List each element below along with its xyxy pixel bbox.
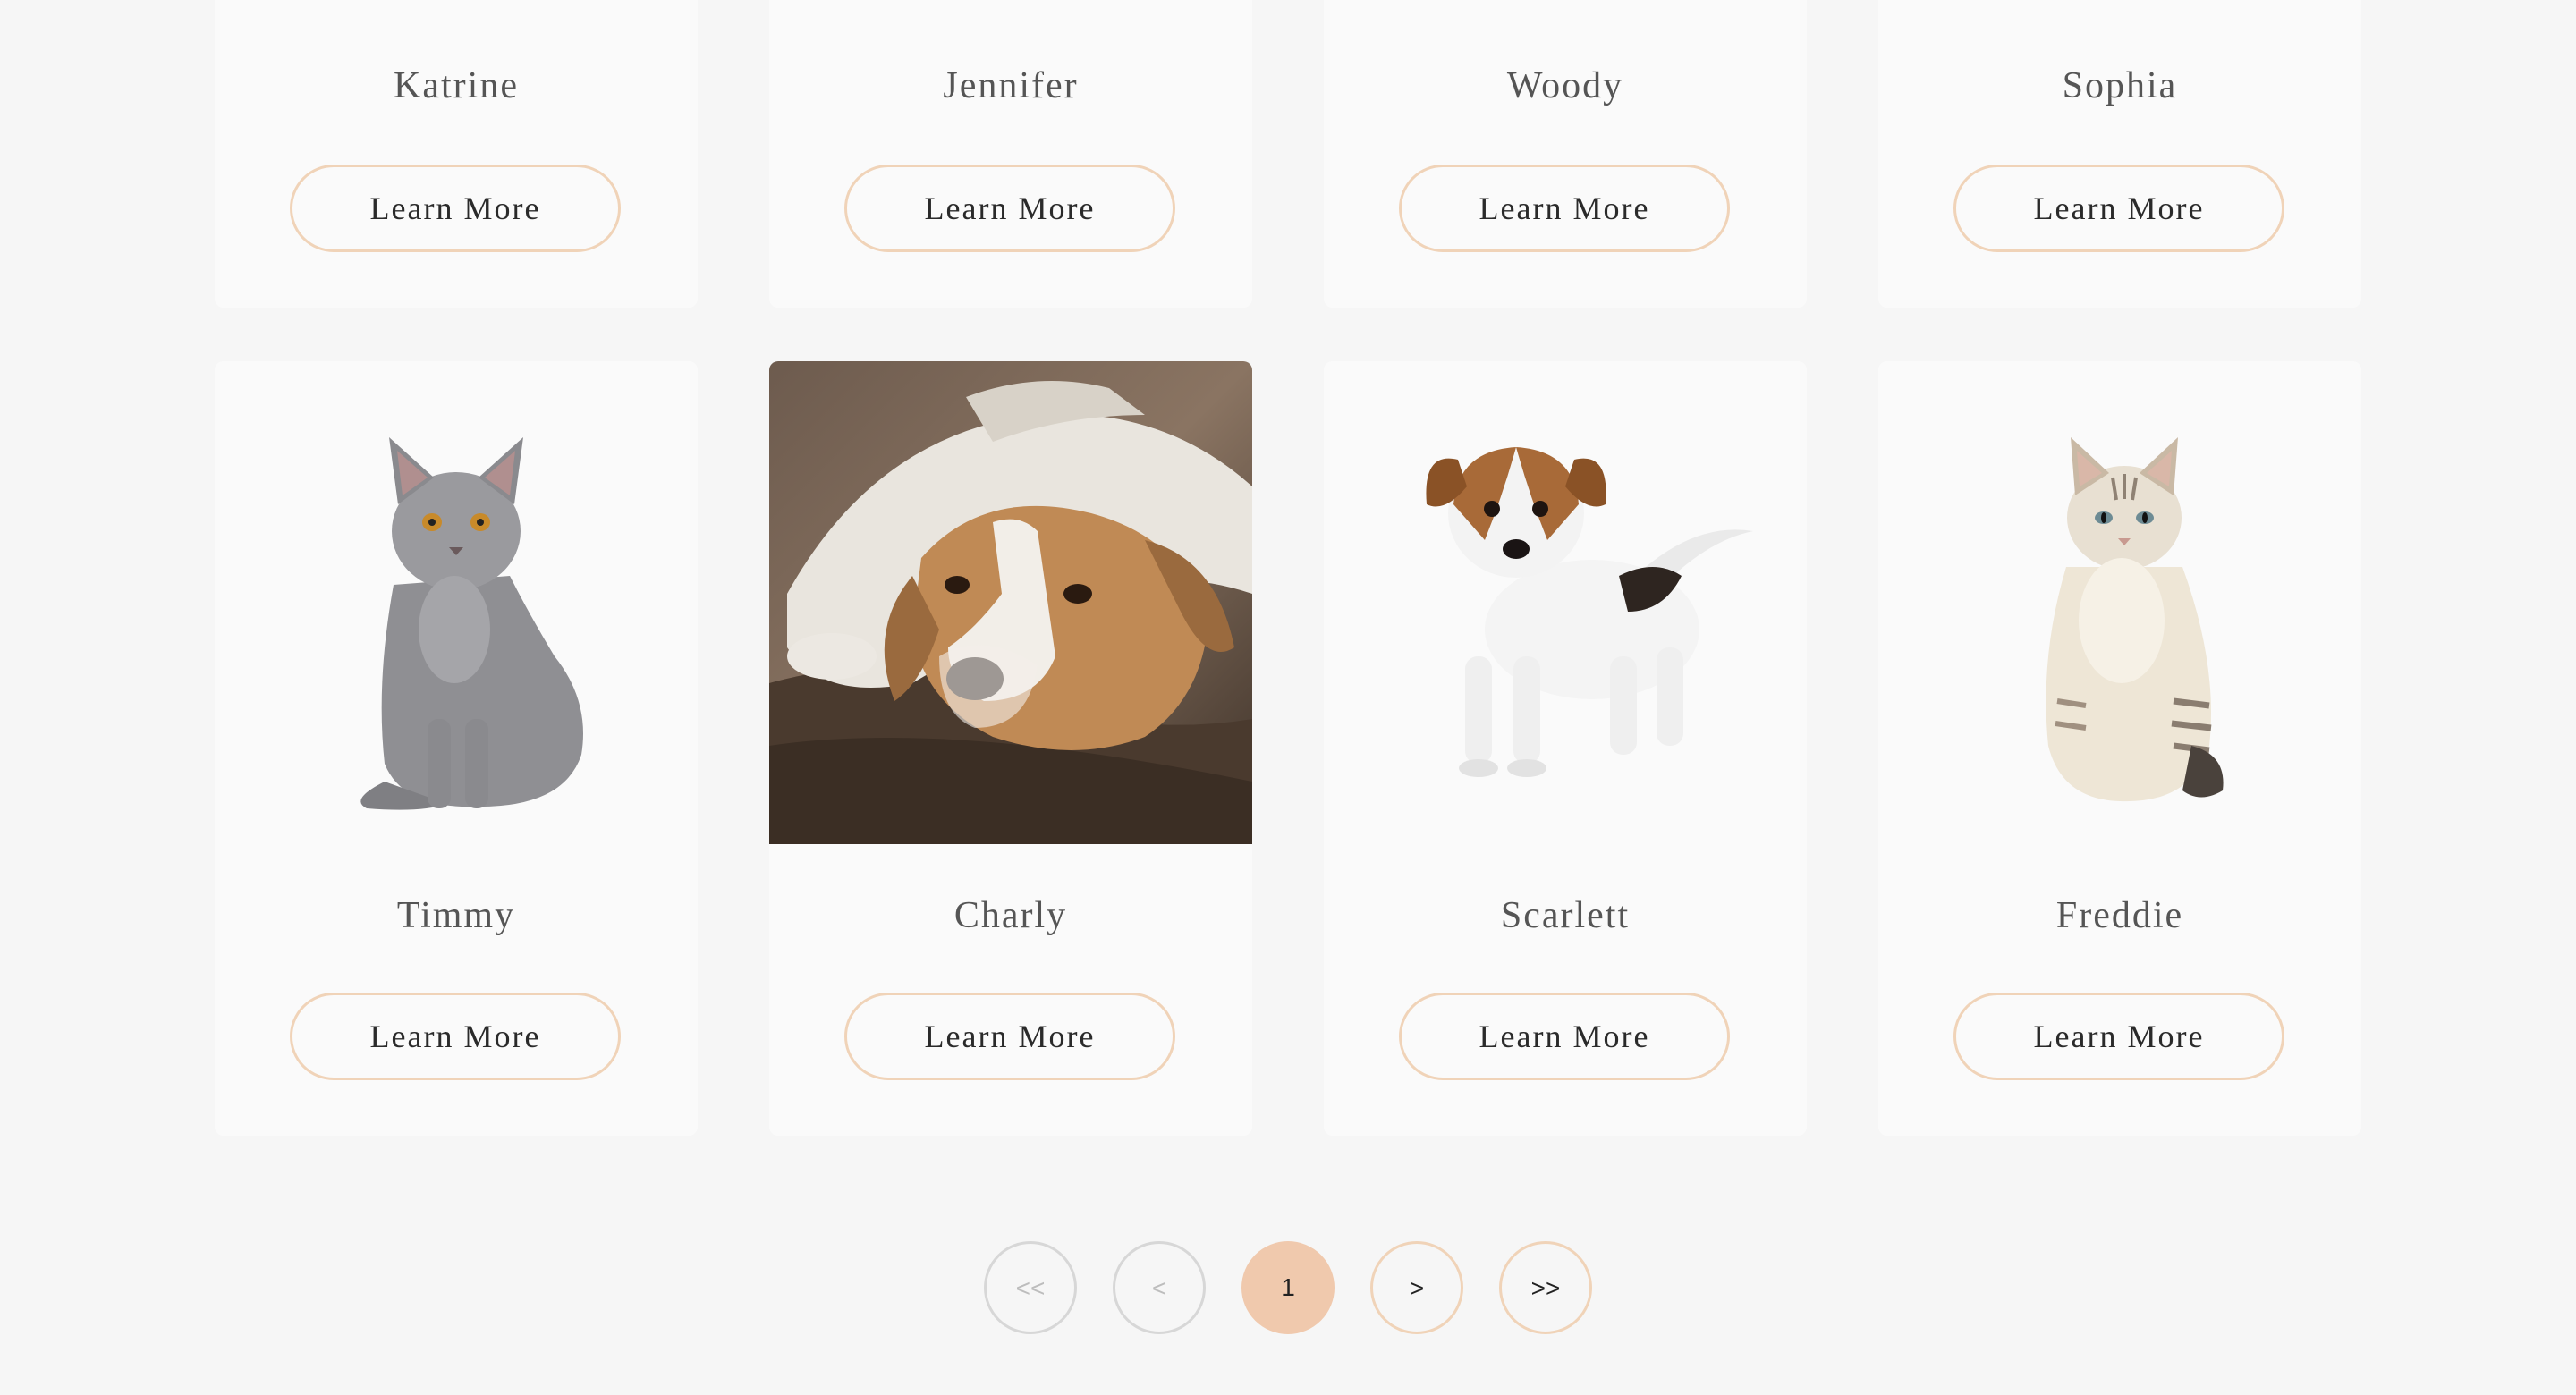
learn-more-button[interactable]: Learn More xyxy=(1953,165,2284,252)
pet-card-scarlett: Scarlett Learn More xyxy=(1324,361,1807,1136)
first-page-button[interactable]: << xyxy=(984,1241,1077,1334)
learn-more-button[interactable]: Learn More xyxy=(1399,165,1730,252)
pet-card-timmy: Timmy Learn More xyxy=(215,361,698,1136)
pet-name: Scarlett xyxy=(1500,895,1631,936)
page: Katrine Learn More Jennifer Learn More W… xyxy=(0,0,2576,1395)
current-page-indicator: 1 xyxy=(1241,1241,1335,1334)
pet-name: Woody xyxy=(1506,65,1624,106)
pet-card-sophia: Sophia Learn More xyxy=(1878,0,2361,308)
learn-more-button[interactable]: Learn More xyxy=(290,165,621,252)
pet-name: Katrine xyxy=(394,65,519,106)
last-page-button[interactable]: >> xyxy=(1499,1241,1592,1334)
pet-name: Charly xyxy=(953,895,1068,936)
learn-more-button[interactable]: Learn More xyxy=(1953,993,2284,1080)
learn-more-button[interactable]: Learn More xyxy=(844,165,1175,252)
next-page-button[interactable]: > xyxy=(1370,1241,1463,1334)
learn-more-button[interactable]: Learn More xyxy=(844,993,1175,1080)
pet-card-woody: Woody Learn More xyxy=(1324,0,1807,308)
pet-card-jennifer: Jennifer Learn More xyxy=(769,0,1252,308)
pet-card-freddie: Freddie Learn More xyxy=(1878,361,2361,1136)
pet-name: Freddie xyxy=(2055,895,2184,936)
prev-page-button[interactable]: < xyxy=(1113,1241,1206,1334)
pet-card-charly: Charly Learn More xyxy=(769,361,1252,1136)
pet-name: Sophia xyxy=(2062,65,2178,106)
learn-more-button[interactable]: Learn More xyxy=(1399,993,1730,1080)
tabby-cat-photo xyxy=(1878,361,2361,844)
puppy-photo xyxy=(1324,361,1807,844)
learn-more-button[interactable]: Learn More xyxy=(290,993,621,1080)
pet-card-katrine: Katrine Learn More xyxy=(215,0,698,308)
pet-name: Timmy xyxy=(396,895,516,936)
dog-lying-photo xyxy=(769,361,1252,844)
pet-name: Jennifer xyxy=(943,65,1079,106)
grey-cat-photo xyxy=(215,361,698,844)
